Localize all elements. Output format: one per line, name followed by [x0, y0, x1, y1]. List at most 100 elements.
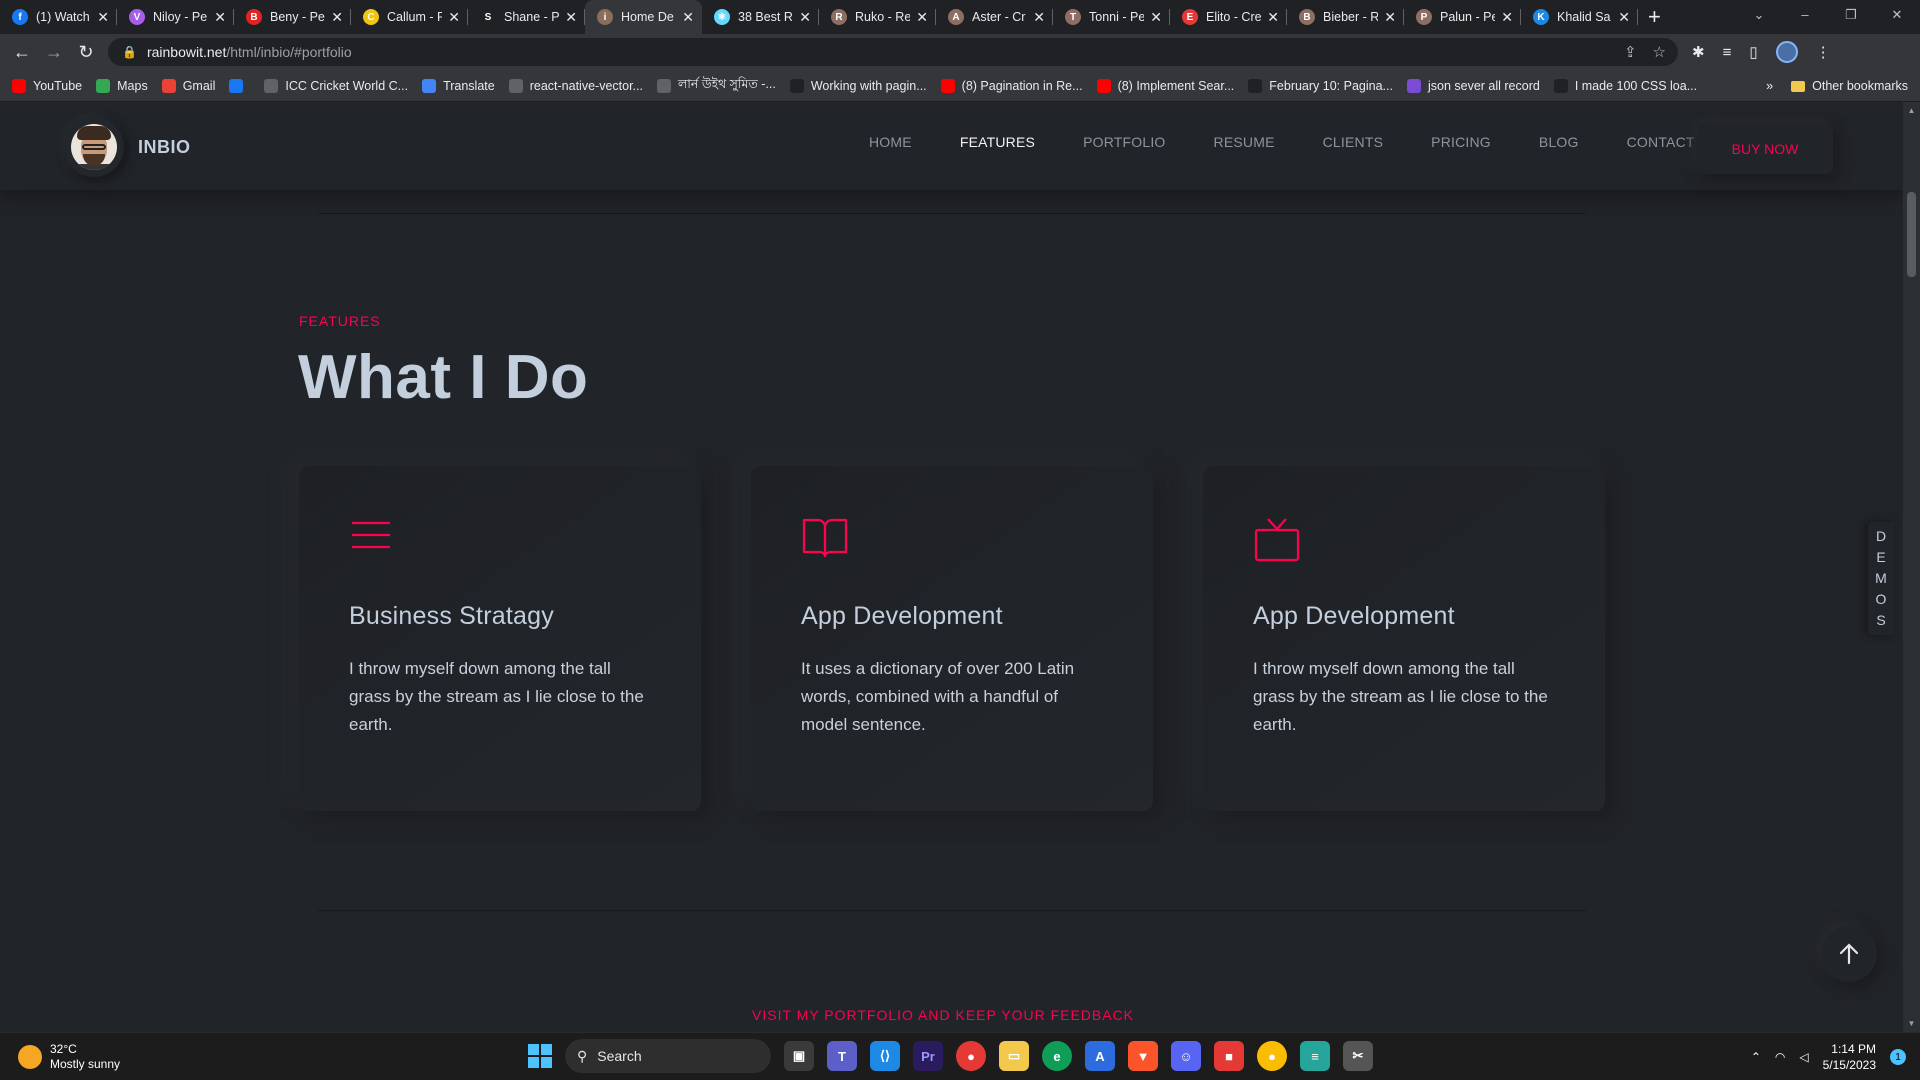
browser-tab[interactable]: K Khalid Sa ✕	[1521, 0, 1638, 34]
feature-card[interactable]: App Development I throw myself down amon…	[1203, 466, 1605, 811]
bookmark-item[interactable]: (8) Implement Sear...	[1096, 76, 1234, 96]
close-tab-icon[interactable]: ✕	[1384, 9, 1396, 26]
browser-tab[interactable]: S Shane - P ✕	[468, 0, 585, 34]
bookmark-item[interactable]: YouTube	[12, 76, 82, 96]
notification-badge[interactable]: 1	[1890, 1049, 1906, 1065]
close-tab-icon[interactable]: ✕	[1618, 9, 1630, 26]
close-tab-icon[interactable]: ✕	[1033, 9, 1045, 26]
lock-icon[interactable]: 🔒	[122, 45, 137, 59]
bookmark-item[interactable]: Working with pagin...	[789, 76, 927, 96]
bookmark-item[interactable]: (8) Pagination in Re...	[940, 76, 1083, 96]
address-bar[interactable]: 🔒 rainbowit.net/html/inbio/#portfolio ⇪ …	[108, 38, 1678, 66]
extensions-icon[interactable]: ✱	[1692, 43, 1705, 61]
browser-tab[interactable]: P Palun - Pe ✕	[1404, 0, 1521, 34]
brave-icon[interactable]: ▼	[1128, 1041, 1158, 1071]
feature-card[interactable]: App Development It uses a dictionary of …	[751, 466, 1153, 811]
bookmark-star-icon[interactable]: ☆	[1653, 43, 1666, 61]
browser-tab[interactable]: R Ruko - Re ✕	[819, 0, 936, 34]
nav-item-pricing[interactable]: PRICING	[1431, 134, 1491, 150]
edge-icon[interactable]: e	[1042, 1041, 1072, 1071]
buy-now-button[interactable]: BUY NOW	[1697, 124, 1833, 174]
clock[interactable]: 1:14 PM 5/15/2023	[1823, 1041, 1876, 1073]
close-tab-icon[interactable]: ✕	[1501, 9, 1513, 26]
close-tab-icon[interactable]: ✕	[565, 9, 577, 26]
browser-tab[interactable]: B Beny - Pe ✕	[234, 0, 351, 34]
vscode-icon[interactable]: ⟨⟩	[870, 1041, 900, 1071]
nav-item-contact[interactable]: CONTACT	[1627, 134, 1695, 150]
page-scrollbar[interactable]: ▲ ▼	[1903, 102, 1920, 1032]
forward-icon[interactable]: →	[38, 42, 70, 63]
taskbar-search[interactable]: ⚲ Search	[565, 1039, 771, 1073]
tray-chevron-icon[interactable]: ⌃	[1751, 1050, 1761, 1064]
bookmark-item[interactable]: ICC Cricket World C...	[264, 76, 408, 96]
reload-icon[interactable]: ↻	[70, 42, 102, 63]
nav-item-features[interactable]: FEATURES	[960, 134, 1035, 150]
close-tab-icon[interactable]: ✕	[916, 9, 928, 26]
tab-search-icon[interactable]: ⌄	[1736, 0, 1782, 30]
bookmark-item[interactable]: react-native-vector...	[508, 76, 643, 96]
close-tab-icon[interactable]: ✕	[1267, 9, 1279, 26]
back-to-top-button[interactable]	[1821, 926, 1877, 982]
notepad-icon[interactable]: ≡	[1300, 1041, 1330, 1071]
nav-item-resume[interactable]: RESUME	[1214, 134, 1275, 150]
chrome-profile-icon[interactable]: ●	[1257, 1041, 1287, 1071]
browser-tab[interactable]: ⚛ 38 Best R ✕	[702, 0, 819, 34]
nav-item-blog[interactable]: BLOG	[1539, 134, 1579, 150]
scrollbar-thumb[interactable]	[1907, 192, 1916, 277]
chrome-icon[interactable]: ●	[956, 1041, 986, 1071]
bookmark-item[interactable]: json sever all record	[1406, 76, 1540, 96]
wifi-icon[interactable]: ◠	[1775, 1050, 1785, 1064]
share-icon[interactable]: ⇪	[1624, 43, 1637, 61]
close-tab-icon[interactable]: ✕	[97, 9, 109, 26]
reading-list-icon[interactable]: ≡	[1723, 44, 1732, 61]
bookmark-item[interactable]: লার্ন উইথ সুমিত -...	[656, 76, 776, 96]
file-explorer-icon[interactable]: ▭	[999, 1041, 1029, 1071]
task-view-icon[interactable]: ▣	[784, 1041, 814, 1071]
nav-item-portfolio[interactable]: PORTFOLIO	[1083, 134, 1165, 150]
site-logo[interactable]: INBIO	[64, 117, 191, 177]
other-bookmarks[interactable]: Other bookmarks	[1791, 79, 1908, 93]
close-tab-icon[interactable]: ✕	[214, 9, 226, 26]
browser-tab[interactable]: f (1) Watch ✕	[0, 0, 117, 34]
bookmark-item[interactable]	[229, 76, 250, 96]
premiere-icon[interactable]: Pr	[913, 1041, 943, 1071]
weather-widget[interactable]: 32°C Mostly sunny	[18, 1042, 120, 1072]
restore-icon[interactable]: ❐	[1828, 0, 1874, 30]
browser-tab[interactable]: E Elito - Cre ✕	[1170, 0, 1287, 34]
more-bookmarks-icon[interactable]: »	[1766, 79, 1773, 93]
browser-tab[interactable]: A Aster - Cr ✕	[936, 0, 1053, 34]
browser-tab[interactable]: V Niloy - Pe ✕	[117, 0, 234, 34]
feature-card[interactable]: Business Stratagy I throw myself down am…	[299, 466, 701, 811]
close-window-icon[interactable]: ✕	[1874, 0, 1920, 30]
app-store-icon[interactable]: A	[1085, 1041, 1115, 1071]
profile-avatar[interactable]	[1775, 41, 1798, 63]
close-tab-icon[interactable]: ✕	[682, 9, 694, 26]
discord-icon[interactable]: ☺	[1171, 1041, 1201, 1071]
close-tab-icon[interactable]: ✕	[331, 9, 343, 26]
close-tab-icon[interactable]: ✕	[1150, 9, 1162, 26]
bookmark-item[interactable]: Gmail	[161, 76, 215, 96]
camera-icon[interactable]: ■	[1214, 1041, 1244, 1071]
browser-tab[interactable]: C Callum - P ✕	[351, 0, 468, 34]
chrome-menu-icon[interactable]: ⋮	[1816, 43, 1831, 61]
side-panel-icon[interactable]: ▯	[1749, 43, 1757, 61]
browser-tab[interactable]: T Tonni - Pe ✕	[1053, 0, 1170, 34]
nav-item-clients[interactable]: CLIENTS	[1323, 134, 1384, 150]
demos-tab[interactable]: DEMOS	[1868, 522, 1894, 635]
teams-icon[interactable]: T	[827, 1041, 857, 1071]
minimize-icon[interactable]: –	[1782, 0, 1828, 30]
bookmark-item[interactable]: February 10: Pagina...	[1248, 76, 1393, 96]
scroll-down-icon[interactable]: ▼	[1903, 1019, 1920, 1028]
bookmark-item[interactable]: I made 100 CSS loa...	[1553, 76, 1697, 96]
volume-icon[interactable]: ◁	[1799, 1050, 1808, 1064]
new-tab-icon[interactable]: +	[1648, 4, 1661, 30]
browser-tab[interactable]: i Home De ✕	[585, 0, 702, 34]
bookmark-item[interactable]: Translate	[422, 76, 495, 96]
close-tab-icon[interactable]: ✕	[799, 9, 811, 26]
browser-tab[interactable]: B Bieber - R ✕	[1287, 0, 1404, 34]
scroll-up-icon[interactable]: ▲	[1903, 106, 1920, 115]
nav-item-home[interactable]: HOME	[869, 134, 912, 150]
snipping-tool-icon[interactable]: ✂	[1343, 1041, 1373, 1071]
bookmark-item[interactable]: Maps	[96, 76, 148, 96]
close-tab-icon[interactable]: ✕	[448, 9, 460, 26]
